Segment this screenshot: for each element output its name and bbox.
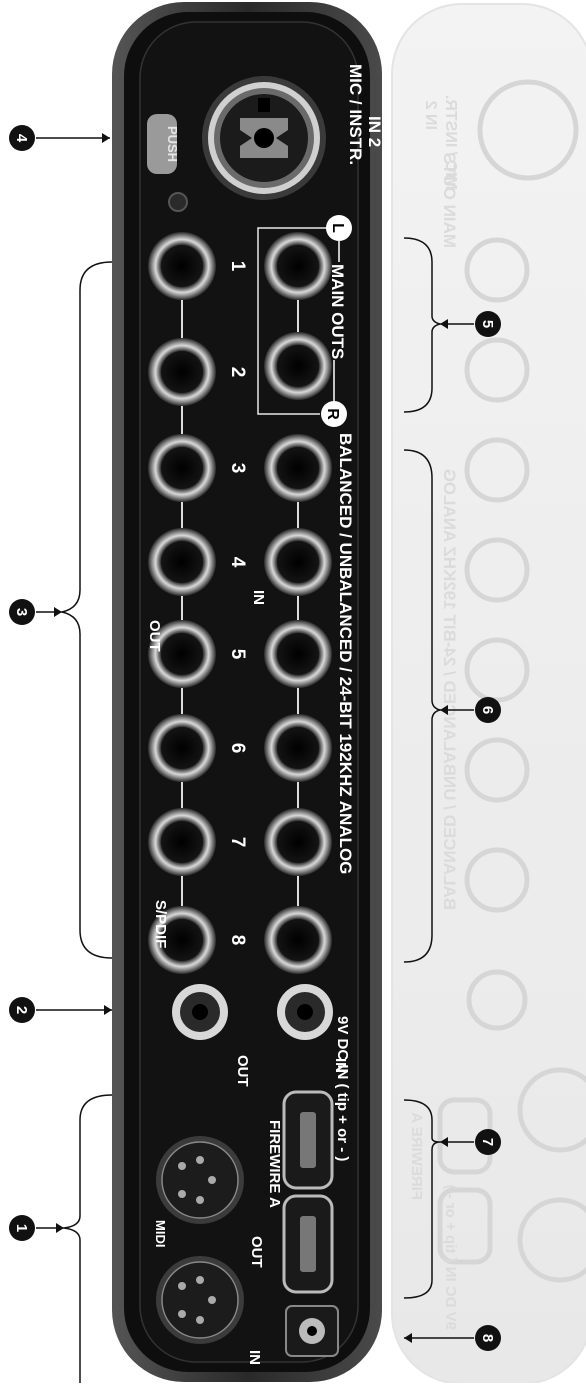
- jack-number: 4: [227, 557, 248, 568]
- callout-number: 6: [479, 706, 496, 714]
- callout-number: 3: [13, 608, 30, 616]
- jack-number: 3: [227, 463, 248, 474]
- callout-1: 1: [9, 1215, 64, 1241]
- jack-number: 7: [227, 837, 248, 848]
- callout-number: 8: [479, 1334, 496, 1342]
- callout-number: 5: [479, 320, 496, 328]
- spdif-out-jack[interactable]: [172, 984, 228, 1040]
- left-badge: L: [326, 215, 352, 241]
- right-badge: R: [321, 401, 347, 427]
- output-jack-7[interactable]: [148, 808, 216, 876]
- dc-in-label: 9V DC IN ( tip + or - ): [334, 1016, 351, 1161]
- midi-label: MIDI: [153, 1220, 168, 1247]
- ghost-mic-label: MIC / INSTR.: [442, 95, 459, 190]
- svg-text:L: L: [329, 223, 346, 233]
- svg-text:R: R: [324, 408, 341, 420]
- jack-number: 6: [227, 743, 248, 754]
- input-jack-4[interactable]: [264, 528, 332, 596]
- main-out-jack-l[interactable]: [264, 232, 332, 300]
- firewire-port-2[interactable]: [282, 1194, 334, 1294]
- xlr-combo-jack[interactable]: [202, 76, 326, 200]
- spdif-in-jack[interactable]: [277, 984, 333, 1040]
- push-label: PUSH: [165, 126, 180, 162]
- firewire-label: FIREWIRE A: [266, 1120, 283, 1208]
- callout-number: 4: [13, 134, 30, 143]
- ghost-balanced-label: BALANCED / UNBALANCED / 24-BIT 192KHZ AN…: [440, 469, 459, 910]
- midi-out-port[interactable]: [156, 1136, 244, 1224]
- screw-icon: [168, 192, 188, 212]
- callout-number: 7: [479, 1138, 496, 1146]
- input-jack-3[interactable]: [264, 434, 332, 502]
- callout-4: 4: [9, 125, 110, 151]
- firewire-port-1[interactable]: [282, 1090, 334, 1190]
- output-jack-4[interactable]: [148, 528, 216, 596]
- callout-number: 2: [13, 1006, 30, 1014]
- callout-2: 2: [9, 997, 112, 1023]
- midi-in-port[interactable]: [156, 1256, 244, 1344]
- output-jack-6[interactable]: [148, 714, 216, 782]
- callout-number: 1: [13, 1224, 30, 1232]
- push-tab[interactable]: PUSH: [147, 114, 180, 174]
- input-jack-8[interactable]: [264, 906, 332, 974]
- device-illustration: MAIN OUTS BALANCED / UNBALANCED / 24-BIT…: [9, 2, 586, 1388]
- ghost-in2-label: IN 2: [422, 101, 439, 130]
- ghost-dc-label: 9V DC IN ( tip + or - ): [442, 1185, 459, 1330]
- mic-instr-label: MIC / INSTR.: [346, 64, 365, 165]
- input-jack-7[interactable]: [264, 808, 332, 876]
- jack-number: 5: [227, 649, 248, 660]
- out-label: OUT: [146, 620, 163, 652]
- main-outs-label: MAIN OUTS: [328, 264, 347, 359]
- in-label: IN: [250, 590, 267, 605]
- input-jack-6[interactable]: [264, 714, 332, 782]
- output-jack-3[interactable]: [148, 434, 216, 502]
- output-jack-2[interactable]: [148, 338, 216, 406]
- midi-out-label: OUT: [248, 1236, 265, 1268]
- jack-number: 1: [227, 261, 248, 272]
- main-out-jack-r[interactable]: [264, 332, 332, 400]
- jack-number: 8: [227, 935, 248, 946]
- in2-label: IN 2: [365, 116, 384, 147]
- product-diagram: MAIN OUTS BALANCED / UNBALANCED / 24-BIT…: [0, 0, 586, 1388]
- spdif-label: S/PDIF: [152, 900, 169, 948]
- dc-power-jack[interactable]: [285, 1305, 339, 1357]
- spdif-out-label: OUT: [234, 1055, 251, 1087]
- output-jack-1[interactable]: [148, 232, 216, 300]
- ghost-firewire-label: FIREWIRE A: [408, 1112, 425, 1200]
- balanced-label: BALANCED / UNBALANCED / 24-BIT 192KHZ AN…: [336, 433, 355, 874]
- jack-number: 2: [227, 367, 248, 378]
- callout-3: 3: [9, 599, 62, 625]
- ghost-reflection: MAIN OUTS BALANCED / UNBALANCED / 24-BIT…: [391, 3, 586, 1385]
- input-jack-5[interactable]: [264, 620, 332, 688]
- midi-in-label: IN: [246, 1350, 263, 1365]
